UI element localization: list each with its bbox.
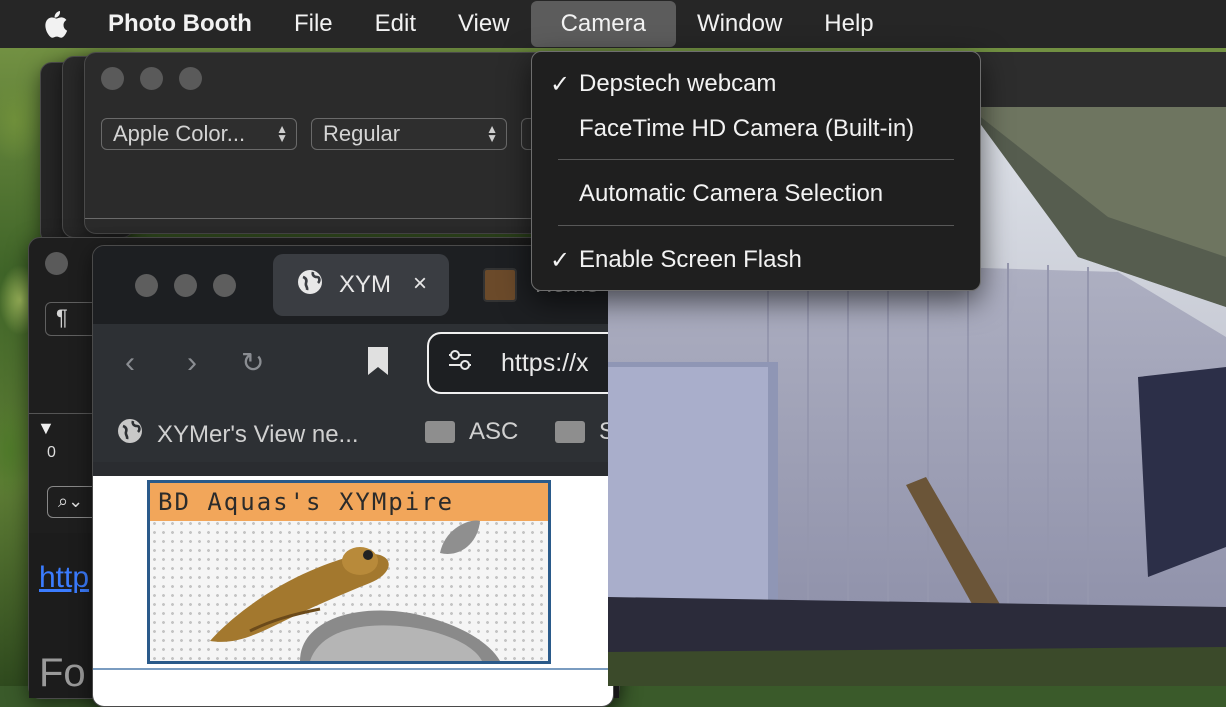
camera-dropdown-menu: ✓ Depstech webcam FaceTime HD Camera (Bu…	[531, 51, 981, 291]
site-settings-icon[interactable]	[447, 348, 473, 379]
ruler-zero-label: 0	[47, 444, 56, 461]
menu-help[interactable]: Help	[803, 0, 894, 48]
bookmark-label: XYMer's View ne...	[157, 420, 359, 448]
checkmark-icon: ✓	[550, 247, 571, 274]
bookmark-label: ASC	[469, 418, 519, 445]
browser-tab-active[interactable]: XYM ×	[273, 254, 449, 316]
bookmark-icon[interactable]	[367, 346, 389, 384]
bookmark-folder[interactable]: S	[555, 418, 613, 446]
menu-window[interactable]: Window	[676, 0, 803, 48]
close-tab-icon[interactable]: ×	[413, 270, 427, 298]
font-style-select[interactable]: Regular ▲ ▼	[311, 118, 507, 150]
globe-icon	[117, 418, 143, 451]
paragraph-icon: ¶	[56, 305, 68, 330]
menu-bar: Photo Booth File Edit View Camera Window…	[0, 0, 1226, 48]
chevron-updown-icon: ▲ ▼	[276, 122, 288, 145]
close-window-button[interactable]	[45, 252, 68, 275]
menu-item-enable-screen-flash[interactable]: Enable Screen Flash	[579, 246, 802, 274]
browser-window[interactable]: XYM × Home ‹ › ↻ https://x XYMer's View …	[92, 245, 614, 707]
folder-icon	[425, 421, 455, 443]
menu-file[interactable]: File	[273, 0, 354, 48]
menu-app-name[interactable]: Photo Booth	[108, 0, 273, 48]
close-window-button[interactable]	[101, 67, 124, 90]
mudskipper-apple-logo	[210, 520, 500, 661]
menu-item-automatic-camera-selection[interactable]: Automatic Camera Selection	[579, 180, 883, 208]
globe-icon	[297, 269, 323, 302]
minimize-window-button[interactable]	[140, 67, 163, 90]
navigation-bar: ‹ › ↻ https://x	[93, 324, 613, 404]
document-link[interactable]: http	[39, 561, 89, 595]
back-icon[interactable]: ‹	[125, 346, 135, 380]
folder-icon	[555, 421, 585, 443]
bookmark-folder[interactable]: ASC	[425, 418, 518, 446]
font-style-value: Regular	[323, 121, 401, 146]
close-window-button[interactable]	[135, 274, 158, 297]
menu-divider	[558, 225, 954, 226]
site-banner-image[interactable]: BD Aquas's XYMpire	[147, 480, 551, 664]
bookmark-item[interactable]: XYMer's View ne...	[117, 418, 359, 451]
bookmarks-bar: XYMer's View ne... ASC S	[93, 404, 613, 462]
menu-item-depstech-webcam[interactable]: Depstech webcam	[579, 70, 776, 98]
zoom-window-button[interactable]	[179, 67, 202, 90]
font-family-value: Apple Color...	[113, 121, 246, 146]
url-bar[interactable]: https://x	[427, 332, 613, 394]
divider	[93, 668, 613, 670]
window-controls	[101, 67, 202, 90]
apple-menu-icon[interactable]	[40, 9, 70, 39]
chevron-updown-icon: ▲ ▼	[486, 122, 498, 145]
tab-stop-icon[interactable]: ▼	[37, 418, 55, 439]
forward-icon[interactable]: ›	[187, 346, 197, 380]
tab-title: XYM	[339, 271, 392, 298]
menu-view[interactable]: View	[437, 0, 531, 48]
reload-icon[interactable]: ↻	[241, 346, 264, 379]
url-text: https://x	[501, 348, 589, 377]
font-family-select[interactable]: Apple Color... ▲ ▼	[101, 118, 297, 150]
document-text: Fo	[39, 651, 86, 695]
web-page-content[interactable]: BD Aquas's XYMpire	[93, 476, 613, 706]
zoom-window-button[interactable]	[213, 274, 236, 297]
checkmark-icon: ✓	[550, 71, 571, 98]
site-favicon	[483, 268, 517, 302]
window-controls	[135, 274, 236, 297]
menu-item-facetime-camera[interactable]: FaceTime HD Camera (Built-in)	[579, 115, 914, 143]
menu-camera[interactable]: Camera	[530, 1, 676, 47]
search-icon: ⌕⌄	[58, 491, 84, 511]
window-controls	[45, 252, 68, 275]
menu-divider	[558, 159, 954, 160]
menu-edit[interactable]: Edit	[354, 0, 437, 48]
minimize-window-button[interactable]	[174, 274, 197, 297]
